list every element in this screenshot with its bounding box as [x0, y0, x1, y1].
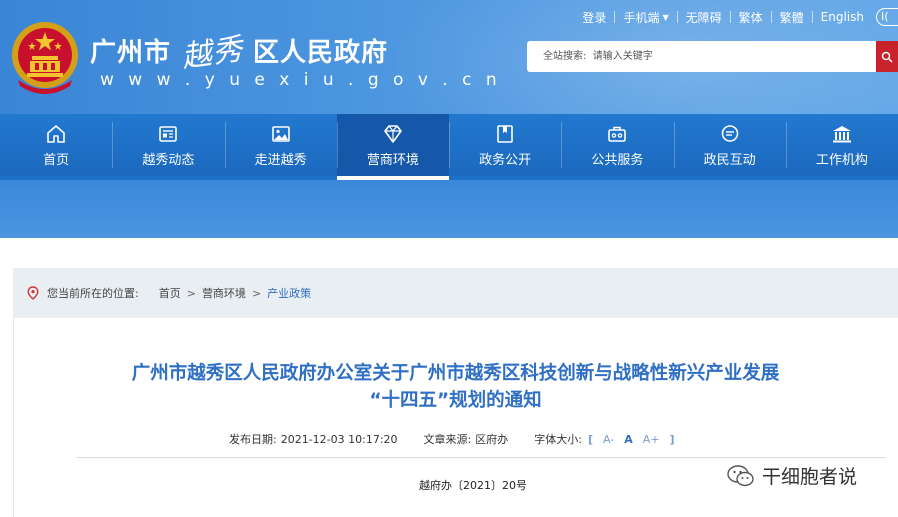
article-title-line1: 广州市越秀区人民政府办公室关于广州市越秀区科技创新与战略性新兴产业发展 — [131, 363, 780, 384]
publish-label: 发布日期: — [229, 433, 277, 446]
nav-item-label: 政务公开 — [479, 152, 532, 168]
search-button[interactable] — [876, 41, 898, 72]
mobile-link-label: 手机端 — [623, 10, 660, 25]
breadcrumb-business[interactable]: 营商环境 — [202, 285, 246, 301]
sub-banner — [0, 180, 898, 238]
article-meta: 发布日期: 2021-12-03 10:17:20 文章来源: 区府办 字体大小… — [229, 431, 675, 447]
national-emblem-icon — [12, 22, 78, 94]
search-input[interactable] — [527, 41, 876, 72]
nav-item-about[interactable]: 走进越秀 — [224, 114, 337, 176]
breadcrumb-home[interactable]: 首页 — [159, 285, 181, 301]
article-title: 广州市越秀区人民政府办公室关于广州市越秀区科技创新与战略性新兴产业发展 “十四五… — [13, 360, 898, 414]
watermark-text: 干细胞者说 — [762, 466, 858, 488]
bracket-open: [ — [587, 432, 594, 446]
breadcrumb: 您当前所在的位置: 首页 > 营商环境 > 产业政策 — [13, 268, 898, 318]
nav-item-label: 走进越秀 — [254, 152, 307, 168]
building-icon — [832, 125, 851, 142]
font-small-button[interactable]: A- — [603, 433, 614, 446]
traditional-link[interactable]: 繁体 — [731, 9, 771, 26]
mobile-link[interactable]: 手机端 ▼ — [615, 9, 676, 26]
site-title-suffix: 区人民政府 — [253, 37, 389, 68]
font-large-button[interactable]: A+ — [643, 433, 660, 446]
english-link[interactable]: English — [813, 10, 872, 24]
image-icon — [271, 125, 290, 142]
source-label: 文章来源: — [423, 433, 472, 446]
diamond-icon — [384, 124, 402, 143]
home-icon — [47, 124, 65, 143]
nav-item-label: 营商环境 — [366, 152, 419, 168]
search-icon — [881, 51, 893, 63]
nav-item-affairs[interactable]: 政务公开 — [449, 114, 562, 176]
document-number: 越府办〔2021〕20号 — [419, 479, 527, 492]
nav-item-label: 政民互动 — [703, 152, 756, 168]
nav-item-business[interactable]: 营商环境 — [336, 114, 450, 180]
nav-item-label: 公共服务 — [591, 152, 644, 168]
location-pin-icon — [27, 286, 39, 300]
font-medium-button[interactable]: A — [624, 433, 633, 446]
search-box — [527, 41, 898, 72]
site-header: 广州市 越秀 区人民政府 w w w . y u e x i u . g o v… — [0, 0, 898, 114]
meta-divider — [76, 457, 886, 458]
article-title-line2: “十四五”规划的通知 — [369, 390, 542, 411]
wechat-icon — [727, 464, 754, 486]
breadcrumb-separator: > — [186, 286, 196, 300]
language-pill[interactable]: I( — [876, 8, 898, 26]
site-title-calligraphy: 越秀 — [179, 31, 246, 76]
bracket-close: ] — [669, 432, 675, 446]
site-domain: w w w . y u e x i u . g o v . c n — [100, 70, 502, 90]
accessible-link[interactable]: 无障碍 — [678, 9, 730, 26]
nav-item-news[interactable]: 越秀动态 — [112, 114, 225, 176]
nav-item-label: 首页 — [43, 152, 70, 168]
nav-item-interaction[interactable]: 政民互动 — [673, 114, 786, 176]
news-icon — [159, 125, 178, 142]
main-nav: 首页 越秀动态 走进越秀 营商环境 政务公开 公共服务 政民互动 工作机构 — [0, 114, 898, 180]
source-value: 区府办 — [475, 433, 509, 446]
login-link[interactable]: 登录 — [574, 9, 614, 26]
briefcase-icon — [608, 126, 627, 142]
nav-item-agencies[interactable]: 工作机构 — [785, 114, 898, 176]
publish-date: 2021-12-03 10:17:20 — [280, 432, 398, 446]
nav-item-services[interactable]: 公共服务 — [561, 114, 674, 176]
nav-item-home[interactable]: 首页 — [0, 114, 113, 176]
top-links: 登录 手机端 ▼ 无障碍 繁体 繁體 English I( — [574, 8, 898, 26]
breadcrumb-policy[interactable]: 产业政策 — [267, 285, 311, 301]
site-title-prefix: 广州市 — [90, 37, 172, 68]
font-size-label: 字体大小: — [534, 433, 582, 446]
breadcrumb-prefix: 您当前所在的位置: — [47, 287, 139, 300]
chevron-down-icon: ▼ — [662, 12, 669, 22]
simplified-link[interactable]: 繁體 — [772, 9, 812, 26]
nav-item-label: 工作机构 — [815, 152, 868, 168]
breadcrumb-separator: > — [251, 286, 262, 300]
font-size-controls: [ A- A A+ ] — [588, 433, 675, 446]
folder-icon — [497, 124, 513, 143]
watermark: 干细胞者说 — [726, 462, 857, 489]
chat-icon — [721, 124, 738, 142]
nav-item-label: 越秀动态 — [142, 152, 195, 168]
site-title[interactable]: 广州市 越秀 区人民政府 — [90, 28, 389, 75]
